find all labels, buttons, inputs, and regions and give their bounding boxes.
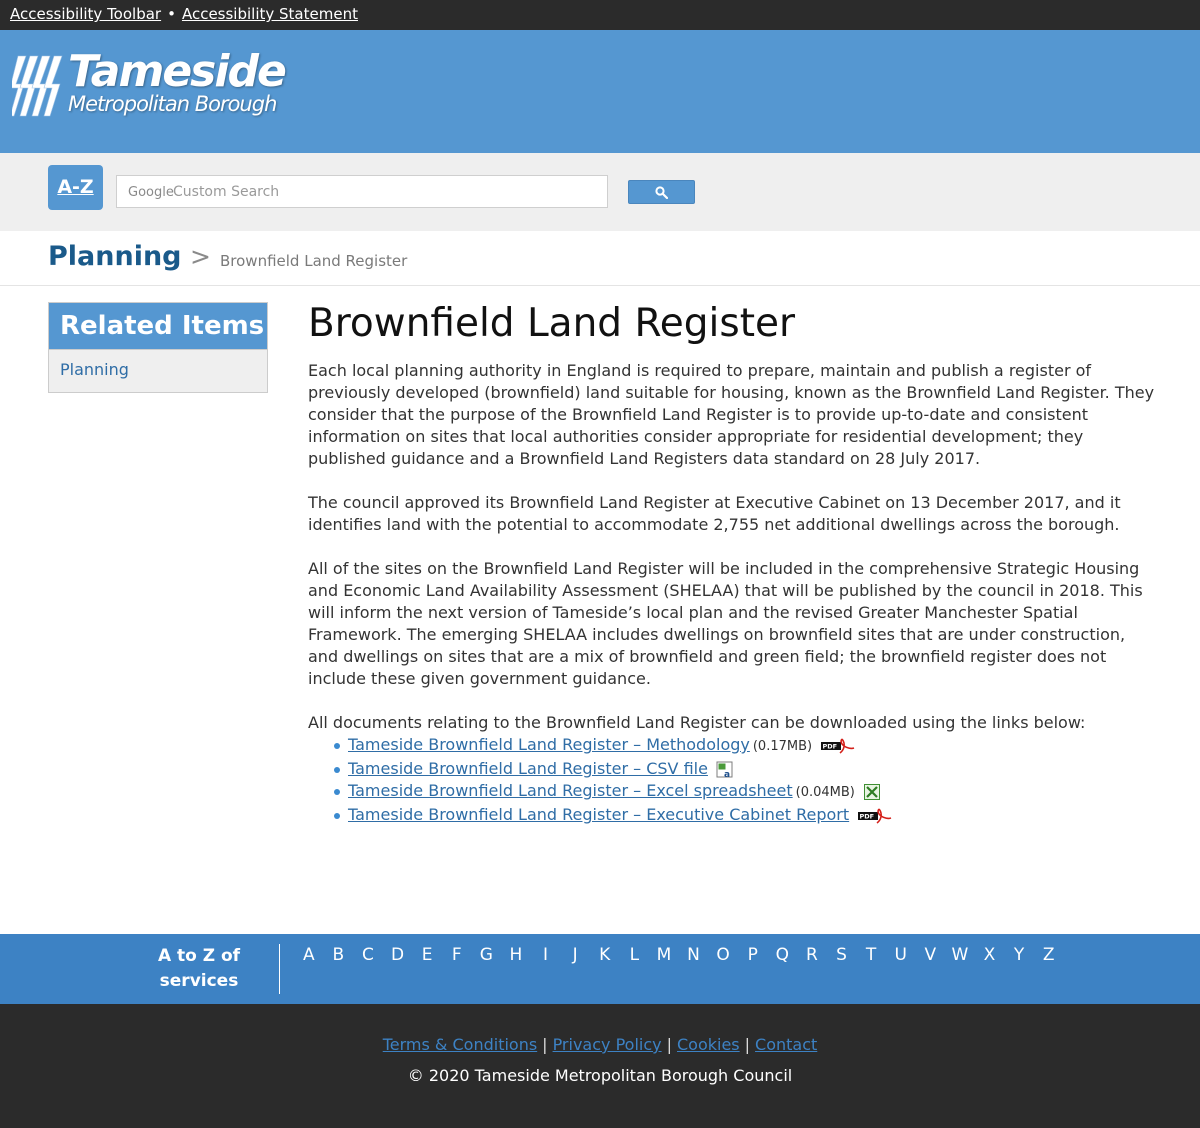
footer-links: Terms & Conditions | Privacy Policy | Cookie…: [0, 1035, 1200, 1054]
privacy-policy-link[interactable]: Privacy Policy: [553, 1035, 662, 1054]
topbar-separator: •: [167, 5, 176, 23]
logo-subtitle: Metropolitan Borough: [68, 92, 277, 116]
terms-link[interactable]: Terms & Conditions: [383, 1035, 537, 1054]
az-letter-k[interactable]: K: [590, 945, 620, 965]
az-letter-i[interactable]: I: [531, 945, 561, 965]
footer-separator: |: [666, 1035, 672, 1054]
svg-text:a: a: [724, 770, 730, 779]
pdf-icon: PDF: [821, 738, 855, 754]
az-letter-a[interactable]: A: [294, 945, 324, 965]
tameside-logo[interactable]: Tameside Metropolitan Borough: [12, 46, 312, 122]
breadcrumb-current: Brownfield Land Register: [220, 252, 408, 270]
search-button[interactable]: [628, 180, 695, 204]
site-header: Tameside Metropolitan Borough: [0, 30, 1200, 153]
list-item: Tameside Brownfield Land Register – Exec…: [334, 804, 1158, 826]
intro-paragraph: Each local planning authority in England…: [308, 361, 1155, 468]
search-box: Google: [116, 175, 608, 208]
breadcrumb-separator: >: [190, 242, 211, 271]
excel-icon: [863, 783, 880, 800]
az-letter-l[interactable]: L: [620, 945, 650, 965]
related-items-heading: Related Items: [49, 303, 267, 350]
az-letter-b[interactable]: B: [324, 945, 354, 965]
az-letter-d[interactable]: D: [383, 945, 413, 965]
excel-spreadsheet-link[interactable]: Tameside Brownfield Land Register – Exce…: [348, 781, 793, 800]
az-letter-z[interactable]: Z: [1034, 945, 1064, 965]
az-letter-j[interactable]: J: [560, 945, 590, 965]
a-to-z-band: A to Z of services A B C D E F G H I J K…: [0, 934, 1200, 1004]
az-letter-n[interactable]: N: [679, 945, 709, 965]
site-footer: Terms & Conditions | Privacy Policy | Cookie…: [0, 1004, 1200, 1128]
az-letter-c[interactable]: C: [353, 945, 383, 965]
google-logo: Google: [128, 185, 174, 200]
az-letter-o[interactable]: O: [708, 945, 738, 965]
footer-separator: |: [744, 1035, 751, 1054]
az-letter-s[interactable]: S: [827, 945, 857, 965]
a-to-z-divider: [279, 944, 280, 994]
cookies-link[interactable]: Cookies: [677, 1035, 740, 1054]
contact-link[interactable]: Contact: [755, 1035, 817, 1054]
a-to-z-label: A to Z of services: [157, 946, 241, 991]
az-letter-v[interactable]: V: [915, 945, 945, 965]
breadcrumb: Planning > Brownfield Land Register: [0, 231, 1200, 286]
breadcrumb-planning-link[interactable]: Planning: [48, 241, 182, 272]
az-letter-t[interactable]: T: [856, 945, 886, 965]
az-letter-g[interactable]: G: [472, 945, 502, 965]
list-item: Tameside Brownfield Land Register – CSV …: [334, 758, 1158, 780]
shelaa-paragraph: All of the sites on the Brownfield Land …: [308, 559, 1143, 688]
executive-cabinet-report-link[interactable]: Tameside Brownfield Land Register – Exec…: [348, 805, 849, 824]
footer-separator: |: [542, 1035, 548, 1054]
csv-file-link[interactable]: Tameside Brownfield Land Register – CSV …: [348, 759, 708, 778]
main-content: Brownfield Land Register Each local plan…: [308, 302, 1158, 826]
logo-stripes-icon: [12, 55, 63, 117]
methodology-link[interactable]: Tameside Brownfield Land Register – Meth…: [348, 735, 750, 754]
az-letter-r[interactable]: R: [797, 945, 827, 965]
az-letter-m[interactable]: M: [649, 945, 679, 965]
svg-text:PDF: PDF: [823, 742, 838, 750]
accessibility-toolbar-link[interactable]: Accessibility Toolbar: [10, 5, 161, 23]
list-item: Tameside Brownfield Land Register – Exce…: [334, 780, 1158, 804]
documents-intro: All documents relating to the Brownfield…: [308, 713, 1086, 732]
az-letter-e[interactable]: E: [412, 945, 442, 965]
approval-paragraph: The council approved its Brownfield Land…: [308, 493, 1121, 534]
accessibility-statement-link[interactable]: Accessibility Statement: [182, 5, 358, 23]
logo-title: Tameside: [68, 46, 287, 97]
az-letter-f[interactable]: F: [442, 945, 472, 965]
search-input[interactable]: [173, 177, 593, 206]
a-to-z-letters: A B C D E F G H I J K L M N O P Q R S T …: [294, 945, 1063, 965]
file-size: (0.17MB): [752, 739, 813, 754]
svg-text:PDF: PDF: [860, 812, 875, 820]
a-z-button[interactable]: A-Z: [48, 165, 103, 210]
documents-list: Tameside Brownfield Land Register – Meth…: [334, 734, 1158, 826]
az-letter-x[interactable]: X: [975, 945, 1005, 965]
file-size: (0.04MB): [795, 785, 855, 800]
az-letter-q[interactable]: Q: [768, 945, 798, 965]
az-letter-y[interactable]: Y: [1004, 945, 1034, 965]
accessibility-bar: Accessibility Toolbar • Accessibility Stat…: [0, 0, 1200, 30]
page-title: Brownfield Land Register: [308, 301, 796, 346]
az-letter-w[interactable]: W: [945, 945, 975, 965]
csv-icon: a: [716, 761, 733, 779]
search-band: A-Z Google: [0, 153, 1200, 231]
search-icon: [655, 186, 668, 199]
az-letter-h[interactable]: H: [501, 945, 531, 965]
pdf-icon: PDF: [858, 808, 892, 824]
list-item: Tameside Brownfield Land Register – Meth…: [334, 734, 1158, 758]
related-items-panel: Related Items Planning: [48, 302, 268, 393]
related-item-planning[interactable]: Planning: [49, 360, 267, 379]
az-letter-u[interactable]: U: [886, 945, 916, 965]
copyright: © 2020 Tameside Metropolitan Borough Cou…: [407, 1066, 793, 1085]
az-letter-p[interactable]: P: [738, 945, 768, 965]
